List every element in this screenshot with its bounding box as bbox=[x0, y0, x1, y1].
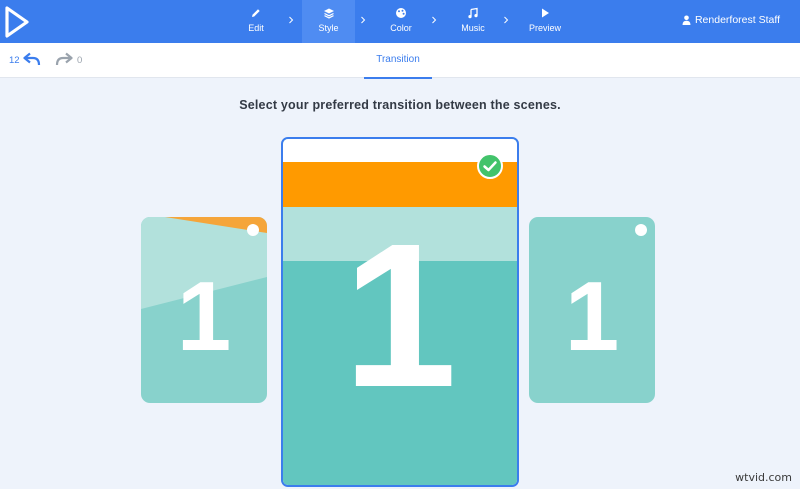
layers-icon bbox=[323, 8, 334, 19]
tab-transition[interactable]: Transition bbox=[364, 43, 432, 79]
top-navbar: Edit Style Color Music Preview Renderfor… bbox=[0, 0, 800, 43]
undo-count: 12 bbox=[9, 55, 20, 66]
step-music-label: Music bbox=[461, 23, 485, 33]
step-color-label: Color bbox=[390, 23, 412, 33]
scene-number: 1 bbox=[565, 261, 620, 371]
step-style[interactable]: Style bbox=[302, 0, 355, 43]
step-music[interactable]: Music bbox=[447, 0, 499, 43]
radio-unselected[interactable] bbox=[247, 224, 259, 236]
transition-option-left[interactable]: 1 bbox=[141, 217, 267, 403]
logo-play-icon[interactable] bbox=[4, 5, 30, 39]
scene-number: 1 bbox=[343, 201, 457, 430]
play-icon bbox=[542, 8, 549, 18]
transition-preview-right: 1 bbox=[529, 217, 655, 403]
step-color[interactable]: Color bbox=[375, 0, 427, 43]
palette-icon bbox=[396, 8, 406, 18]
selected-check-icon bbox=[477, 153, 503, 179]
chevron-right-icon bbox=[289, 16, 294, 24]
redo-icon[interactable] bbox=[55, 52, 73, 66]
user-icon bbox=[682, 15, 691, 25]
user-name: Renderforest Staff bbox=[694, 14, 780, 26]
transition-preview-center: 1 bbox=[283, 139, 517, 485]
user-menu[interactable]: Renderforest Staff bbox=[682, 14, 780, 26]
step-edit-label: Edit bbox=[248, 23, 264, 33]
transition-option-center[interactable]: 1 bbox=[281, 137, 519, 487]
sub-toolbar: 12 0 Transition bbox=[0, 43, 800, 79]
music-note-icon bbox=[468, 7, 478, 19]
pencil-icon bbox=[252, 9, 260, 17]
step-preview-label: Preview bbox=[528, 23, 561, 33]
scene-number: 1 bbox=[177, 261, 232, 371]
transition-option-right[interactable]: 1 bbox=[529, 217, 655, 403]
chevron-right-icon bbox=[504, 16, 509, 24]
chevron-right-icon bbox=[432, 16, 437, 24]
chevron-right-icon bbox=[361, 16, 366, 24]
watermark: wtvid.com bbox=[735, 471, 792, 484]
page-heading: Select your preferred transition between… bbox=[239, 98, 561, 112]
redo-count: 0 bbox=[77, 55, 83, 66]
step-preview[interactable]: Preview bbox=[519, 0, 571, 43]
step-style-label: Style bbox=[318, 23, 339, 33]
radio-unselected[interactable] bbox=[635, 224, 647, 236]
undo-icon[interactable] bbox=[23, 52, 41, 66]
editor-steps: Edit Style Color Music Preview bbox=[230, 0, 591, 43]
transition-preview-left: 1 bbox=[141, 217, 267, 403]
step-edit[interactable]: Edit bbox=[230, 0, 282, 43]
